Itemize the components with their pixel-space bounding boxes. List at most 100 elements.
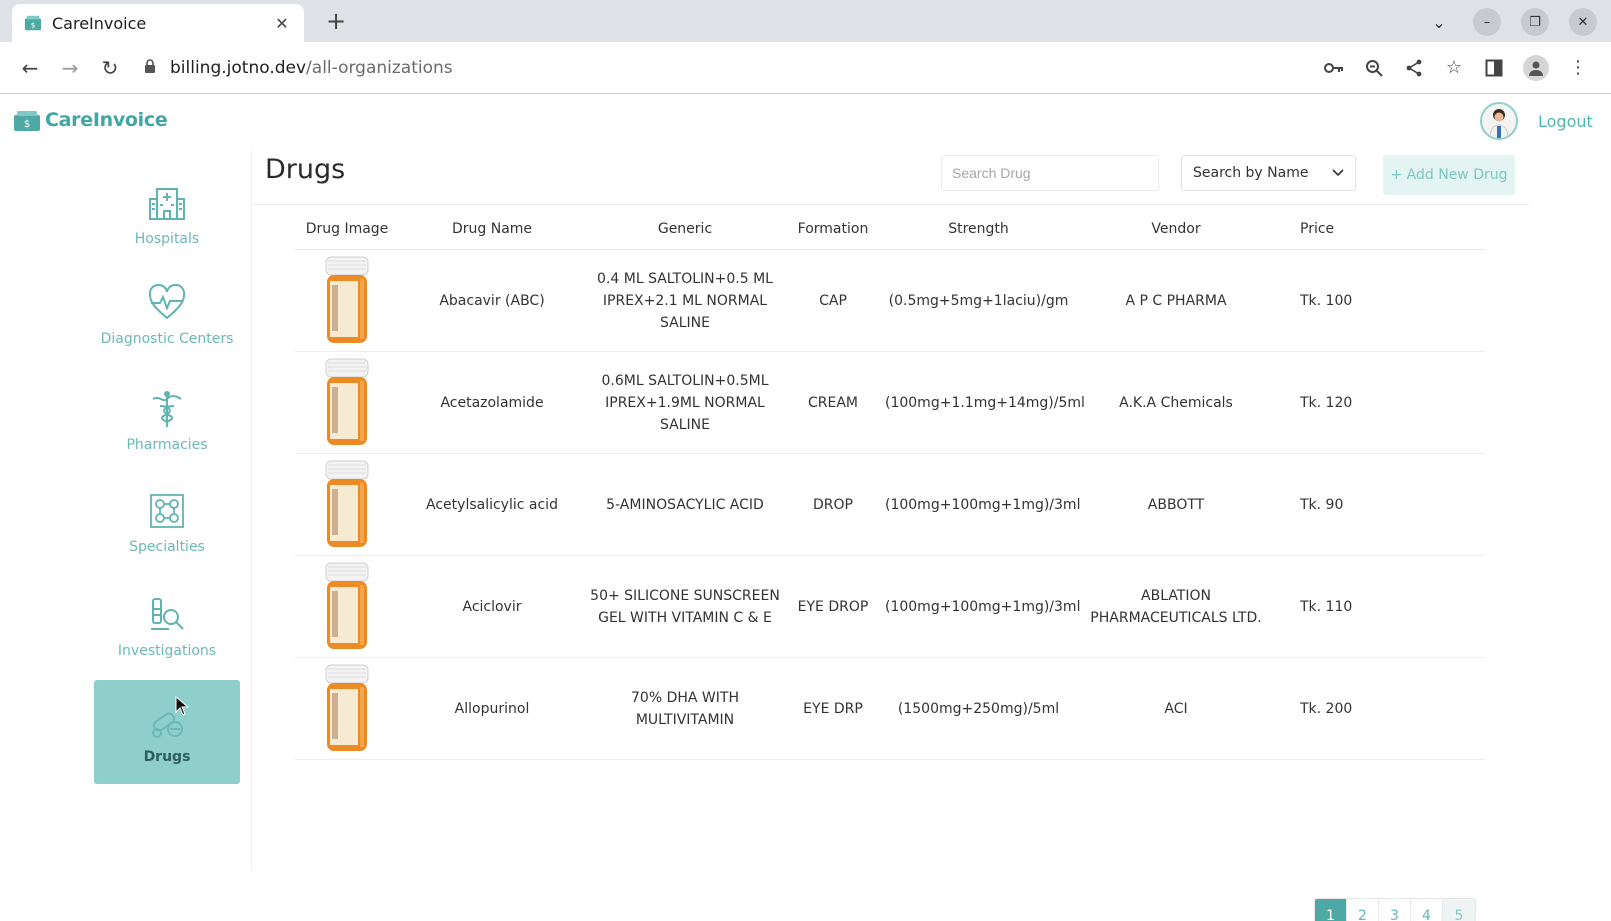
drug-name: Aciclovir xyxy=(462,598,522,615)
search-drug-input[interactable] xyxy=(941,155,1159,191)
careinvoice-favicon-icon: $ xyxy=(24,15,42,31)
sidebar-item-label: Investigations xyxy=(117,643,217,659)
svg-text:$: $ xyxy=(24,119,30,130)
bookmark-star-icon[interactable]: ☆ xyxy=(1443,57,1465,79)
drug-image xyxy=(295,663,399,755)
svg-text:$: $ xyxy=(31,21,36,30)
add-new-drug-button[interactable]: + Add New Drug xyxy=(1383,155,1515,195)
hospital-icon xyxy=(145,181,189,225)
sidebar-item-investigations[interactable]: Investigations xyxy=(94,574,240,678)
lock-icon xyxy=(144,58,158,77)
sidebar-item-specialties[interactable]: Specialties xyxy=(94,470,240,574)
brand-name: CareInvoice xyxy=(45,109,168,131)
url-field[interactable]: billing.jotno.dev/all-organizations xyxy=(144,50,1323,86)
drug-vendor: ABLATION PHARMACEUTICALS LTD. xyxy=(1090,587,1262,626)
new-tab-icon[interactable]: + xyxy=(326,8,346,34)
search-by-select[interactable]: Search by Name xyxy=(1181,155,1356,191)
close-window-icon[interactable]: ✕ xyxy=(1569,8,1597,36)
table-row[interactable]: Acetylsalicylic acid 5-AMINOSACYLIC ACID… xyxy=(295,454,1485,556)
drug-formation: EYE DROP xyxy=(797,598,869,615)
careinvoice-logo-icon: $ xyxy=(14,111,40,131)
sidebar-item-label: Specialties xyxy=(129,539,205,555)
pill-bottle-image xyxy=(325,358,369,445)
drug-generic: 50+ SILICONE SUNSCREEN GEL WITH VITAMIN … xyxy=(590,587,780,626)
logout-link[interactable]: Logout xyxy=(1538,112,1593,131)
user-avatar[interactable] xyxy=(1480,102,1518,140)
table-row[interactable]: Allopurinol 70% DHA WITH MULTIVITAMIN EY… xyxy=(295,658,1485,760)
table-header: Drug Image Drug Name Generic Formation S… xyxy=(295,208,1485,250)
tab-close-icon[interactable]: ✕ xyxy=(272,14,292,33)
drug-vendor: ABBOTT xyxy=(1147,496,1205,513)
key-icon[interactable] xyxy=(1323,57,1345,79)
table-row[interactable]: Acetazolamide 0.6ML SALTOLIN+0.5ML IPREX… xyxy=(295,352,1485,454)
drug-price: Tk. 110 xyxy=(1300,598,1353,615)
side-panel-icon[interactable] xyxy=(1483,57,1505,79)
column-header: Drug Image xyxy=(305,220,389,237)
mouse-cursor-icon xyxy=(175,696,189,716)
chevron-down-icon xyxy=(1332,165,1344,181)
drug-strength: (1500mg+250mg)/5ml xyxy=(897,700,1060,717)
column-header: Drug Name xyxy=(451,220,533,237)
tab-search-chevron-icon[interactable]: ⌄ xyxy=(1425,8,1453,36)
drug-image xyxy=(295,561,399,653)
drug-price: Tk. 200 xyxy=(1300,700,1353,717)
browser-tab-bar: $ CareInvoice ✕ + ⌄ – ❐ ✕ xyxy=(0,0,1611,42)
forward-arrow-icon[interactable]: → xyxy=(54,52,86,84)
specialties-icon xyxy=(145,489,189,533)
url-path: /all-organizations xyxy=(306,57,453,78)
page-button-3[interactable]: 3 xyxy=(1379,899,1411,921)
menu-kebab-icon[interactable]: ⋮ xyxy=(1567,57,1589,79)
pill-bottle-image xyxy=(325,256,369,343)
zoom-icon[interactable] xyxy=(1363,57,1385,79)
page-title: Drugs xyxy=(265,154,346,185)
table-row[interactable]: Aciclovir 50+ SILICONE SUNSCREEN GEL WIT… xyxy=(295,556,1485,658)
drug-strength: (100mg+100mg+1mg)/3ml xyxy=(885,598,1081,615)
sidebar-item-pharmacies[interactable]: Pharmacies xyxy=(94,368,240,472)
drug-formation: CREAM xyxy=(807,394,858,411)
drug-name: Abacavir (ABC) xyxy=(439,292,545,309)
browser-toolbar: ☆ ⋮ xyxy=(1323,54,1589,81)
drug-image xyxy=(295,255,399,347)
page-button-5[interactable]: 5 xyxy=(1443,899,1475,921)
page-button-4[interactable]: 4 xyxy=(1411,899,1443,921)
sidebar-item-diagnostic-centers[interactable]: Diagnostic Centers xyxy=(94,262,240,366)
pill-bottle-image xyxy=(325,460,369,547)
drug-formation: EYE DRP xyxy=(803,700,863,717)
drug-name: Acetylsalicylic acid xyxy=(426,496,558,513)
drug-strength: (100mg+100mg+1mg)/3ml xyxy=(885,496,1081,513)
drug-vendor: A.K.A Chemicals xyxy=(1119,394,1233,411)
browser-tab[interactable]: $ CareInvoice ✕ xyxy=(12,4,304,42)
pagination: 1 2 3 4 5 xyxy=(1314,898,1476,921)
caduceus-icon xyxy=(145,387,189,431)
restore-icon[interactable]: ❐ xyxy=(1521,8,1549,36)
sidebar-item-label: Drugs xyxy=(143,749,191,765)
pill-bottle-image xyxy=(325,664,369,751)
app-root: $ CareInvoice Logout Hospitals Diagnosti… xyxy=(0,94,1611,921)
column-header: Vendor xyxy=(1151,220,1201,237)
table-row[interactable]: Abacavir (ABC) 0.4 ML SALTOLIN+0.5 ML IP… xyxy=(295,250,1485,352)
drug-vendor: ACI xyxy=(1164,700,1188,717)
drug-name: Allopurinol xyxy=(454,700,530,717)
address-bar: ← → ↻ billing.jotno.dev/all-organization… xyxy=(0,42,1611,94)
drug-formation: DROP xyxy=(813,496,853,513)
heartbeat-icon xyxy=(145,281,189,325)
brand-logo[interactable]: $ CareInvoice xyxy=(13,108,168,132)
drug-image xyxy=(295,459,399,551)
url-host: billing.jotno.dev xyxy=(170,57,307,78)
sidebar-item-label: Diagnostic Centers xyxy=(100,331,234,347)
sidebar-item-hospitals[interactable]: Hospitals xyxy=(94,162,240,266)
column-header: Generic xyxy=(657,220,713,237)
column-header: Formation xyxy=(797,220,869,237)
header-divider xyxy=(253,204,1529,205)
share-icon[interactable] xyxy=(1403,57,1425,79)
reload-icon[interactable]: ↻ xyxy=(94,52,126,84)
sidebar-item-label: Hospitals xyxy=(134,231,200,247)
sidebar: Hospitals Diagnostic Centers Pharmacies xyxy=(0,150,252,870)
sidebar-item-drugs[interactable]: Drugs xyxy=(94,680,240,784)
page-button-2[interactable]: 2 xyxy=(1347,899,1379,921)
page-button-1[interactable]: 1 xyxy=(1315,899,1347,921)
back-arrow-icon[interactable]: ← xyxy=(14,52,46,84)
minimize-icon[interactable]: – xyxy=(1473,8,1501,36)
drug-generic: 5-AMINOSACYLIC ACID xyxy=(606,496,764,513)
profile-icon[interactable] xyxy=(1523,54,1549,81)
